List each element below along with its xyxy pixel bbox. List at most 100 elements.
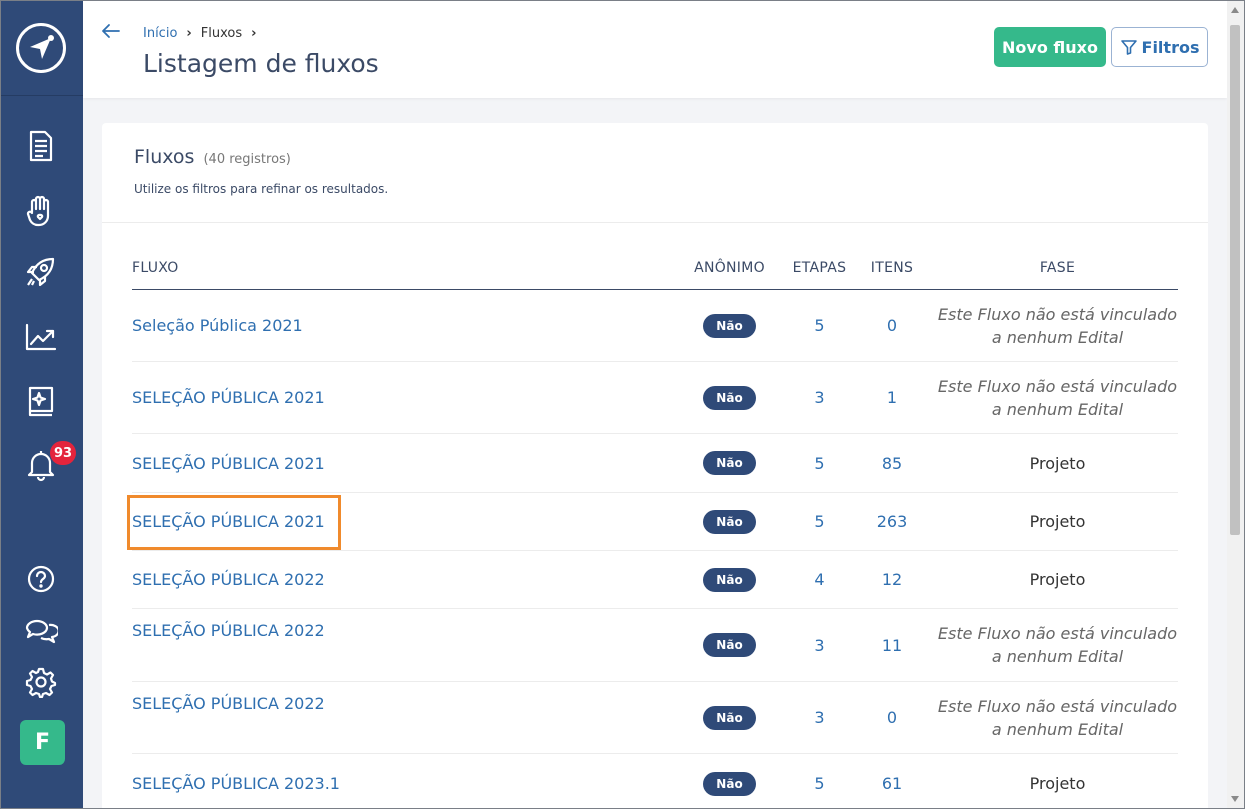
flow-name-link[interactable]: SELEÇÃO PÚBLICA 2023.1 (132, 774, 340, 793)
record-count: (40 registros) (203, 152, 291, 167)
flow-name-link[interactable]: Seleção Pública 2021 (132, 316, 303, 335)
trending-chart-icon (25, 323, 57, 351)
stages-count[interactable]: 5 (814, 454, 824, 473)
phase-line-2: a nenhum Edital (991, 327, 1124, 347)
scroll-down-arrow-icon[interactable] (1231, 796, 1239, 802)
anonymous-badge: Não (703, 633, 756, 657)
items-count[interactable]: 85 (882, 454, 902, 473)
phase-text: Projeto (1029, 512, 1086, 531)
column-header-itens[interactable]: ITENS (847, 247, 937, 290)
card-title-text: Fluxos (134, 146, 195, 168)
sidebar-item-settings[interactable] (23, 664, 59, 700)
items-count[interactable]: 61 (882, 774, 902, 793)
document-icon (29, 130, 53, 162)
items-count[interactable]: 0 (887, 316, 897, 335)
phase-text: Projeto (1029, 774, 1086, 793)
breadcrumb-home-link[interactable]: Início (143, 26, 177, 41)
card-title: Fluxos (40 registros) (134, 146, 291, 168)
phase-line-1: Este Fluxo não está vinculado (937, 304, 1178, 324)
flow-name-link[interactable]: SELEÇÃO PÚBLICA 2022 (132, 570, 325, 589)
flow-name-link[interactable]: SELEÇÃO PÚBLICA 2022 (132, 621, 325, 640)
vertical-scrollbar[interactable] (1227, 1, 1244, 808)
table-row: SELEÇÃO PÚBLICA 2021 Não 3 1 Este Fluxo … (132, 361, 1178, 434)
table-row: SELEÇÃO PÚBLICA 2023.1 Não 5 61 Projeto (132, 753, 1178, 808)
column-header-anonimo[interactable]: ANÔNIMO (667, 247, 792, 290)
page-header: Início › Fluxos › Listagem de fluxos Nov… (83, 1, 1227, 98)
app-window: 93 F Início › Fluxos › Listagem de fluxo… (0, 0, 1245, 809)
stages-count[interactable]: 3 (814, 636, 824, 655)
flows-card: Fluxos (40 registros) Utilize os filtros… (102, 123, 1208, 808)
scroll-up-arrow-icon[interactable] (1231, 7, 1239, 13)
rocket-icon (26, 257, 55, 287)
column-header-fluxo[interactable]: FLUXO (132, 247, 667, 290)
anonymous-badge: Não (703, 771, 756, 796)
stages-count[interactable]: 5 (814, 316, 824, 335)
filters-button[interactable]: Filtros (1111, 27, 1208, 67)
stages-count[interactable]: 5 (814, 512, 824, 531)
stages-count[interactable]: 3 (814, 708, 824, 727)
breadcrumb: Início › Fluxos › (143, 26, 265, 41)
chat-icon (25, 619, 58, 644)
sidebar-item-documents[interactable] (23, 128, 59, 164)
settings-icon (25, 667, 57, 698)
anonymous-badge: Não (703, 385, 756, 410)
anonymous-badge: Não (703, 705, 756, 730)
table-row: SELEÇÃO PÚBLICA 2022 Não 4 12 Projeto (132, 550, 1178, 609)
sidebar-item-reports[interactable] (23, 319, 59, 355)
table-row: Seleção Pública 2021 Não 5 0 Este Fluxo … (132, 289, 1178, 362)
phase-text: Este Fluxo não está vinculado a nenhum Ed… (937, 622, 1178, 668)
chevron-right-icon: › (251, 26, 257, 41)
phase-text: Este Fluxo não está vinculado a nenhum Ed… (937, 375, 1178, 421)
new-flow-button[interactable]: Novo fluxo (994, 27, 1106, 67)
phase-text: Projeto (1029, 453, 1086, 473)
anonymous-badge: Não (703, 313, 756, 338)
filters-button-label: Filtros (1141, 37, 1200, 57)
filter-icon (1120, 40, 1137, 55)
table-row: SELEÇÃO PÚBLICA 2022 Não 3 11 Este Fluxo… (132, 608, 1178, 682)
stages-count[interactable]: 3 (814, 388, 824, 407)
sidebar-item-help[interactable] (23, 561, 59, 597)
items-count[interactable]: 263 (877, 512, 908, 531)
phase-line-1: Este Fluxo não está vinculado (937, 696, 1178, 716)
phase-text: Projeto (1029, 570, 1086, 589)
phase-line-2: a nenhum Edital (991, 399, 1124, 419)
card-subtitle: Utilize os filtros para refinar os resul… (134, 182, 389, 196)
app-logo[interactable] (16, 23, 66, 73)
card-header: Fluxos (40 registros) Utilize os filtros… (102, 123, 1208, 223)
anonymous-badge: Não (703, 509, 756, 534)
phase-text: Este Fluxo não está vinculado a nenhum Ed… (937, 695, 1178, 741)
book-sparkle-icon (28, 386, 54, 417)
logo-area (1, 1, 83, 96)
flow-name-link[interactable]: SELEÇÃO PÚBLICA 2021 (132, 388, 325, 407)
phase-line-2: a nenhum Edital (991, 719, 1124, 739)
column-header-etapas[interactable]: ETAPAS (792, 247, 847, 290)
help-icon (27, 565, 55, 593)
sidebar-item-projects[interactable] (23, 254, 59, 290)
hand-heart-icon (26, 195, 50, 227)
anonymous-badge: Não (703, 567, 756, 592)
items-count[interactable]: 0 (887, 708, 897, 727)
anonymous-badge: Não (703, 451, 756, 475)
items-count[interactable]: 12 (882, 570, 902, 589)
sidebar: 93 F (1, 1, 83, 808)
flow-name-link[interactable]: SELEÇÃO PÚBLICA 2021 (132, 454, 325, 473)
stages-count[interactable]: 4 (814, 570, 824, 589)
page-title: Listagem de fluxos (143, 49, 379, 78)
items-count[interactable]: 11 (882, 636, 902, 655)
highlight-box (127, 495, 341, 550)
phase-line-1: Este Fluxo não está vinculado (937, 376, 1178, 396)
back-button[interactable] (100, 20, 122, 46)
notification-badge: 93 (50, 441, 76, 465)
sidebar-item-support[interactable] (23, 193, 59, 229)
sidebar-item-chat[interactable] (23, 612, 59, 648)
scrollbar-thumb[interactable] (1230, 25, 1240, 535)
items-count[interactable]: 1 (887, 388, 897, 407)
table-row: SELEÇÃO PÚBLICA 2021 Não 5 85 Projeto (132, 433, 1178, 493)
stages-count[interactable]: 5 (814, 774, 824, 793)
flow-name-link[interactable]: SELEÇÃO PÚBLICA 2022 (132, 694, 325, 713)
arrow-left-icon (102, 24, 120, 38)
user-avatar[interactable]: F (20, 720, 65, 765)
column-header-fase[interactable]: FASE (937, 247, 1178, 290)
sidebar-item-guides[interactable] (23, 383, 59, 419)
breadcrumb-current: Fluxos (200, 26, 243, 41)
